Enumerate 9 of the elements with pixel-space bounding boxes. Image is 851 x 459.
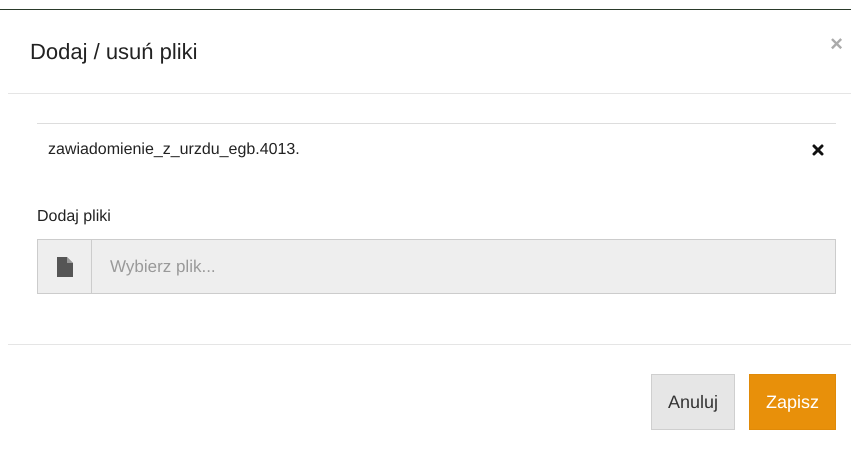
cancel-button[interactable]: Anuluj (650, 374, 735, 430)
file-icon (56, 256, 72, 276)
file-name: zawiadomienie_z_urzdu_egb.4013. (48, 140, 300, 160)
file-input-field[interactable]: Wybierz plik... (92, 239, 836, 294)
close-button[interactable]: × (830, 32, 843, 54)
remove-icon[interactable] (812, 144, 824, 156)
dialog-title: Dodaj / usuń pliki (30, 38, 198, 66)
save-button[interactable]: Zapisz (748, 374, 836, 430)
upload-label: Dodaj pliki (37, 207, 112, 227)
